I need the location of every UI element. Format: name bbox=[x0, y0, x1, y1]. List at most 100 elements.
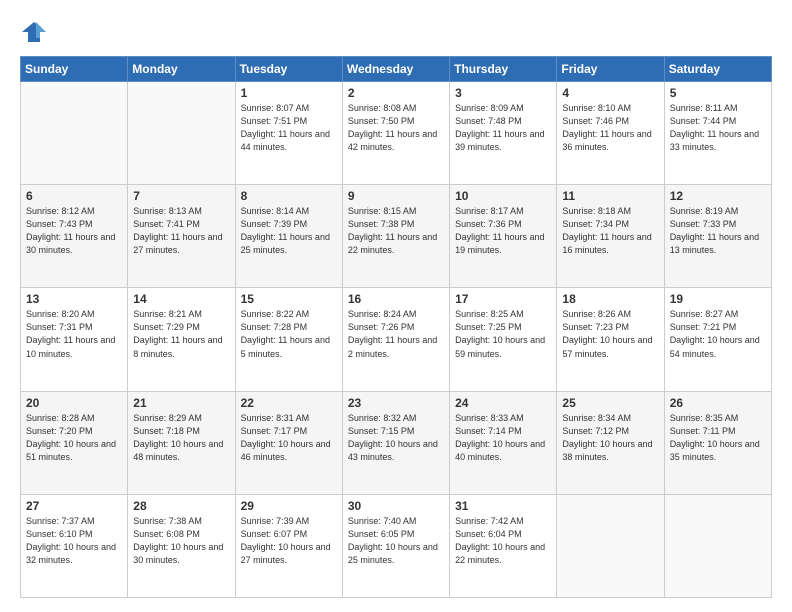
day-info: Sunrise: 8:31 AM Sunset: 7:17 PM Dayligh… bbox=[241, 412, 337, 464]
day-info: Sunrise: 7:38 AM Sunset: 6:08 PM Dayligh… bbox=[133, 515, 229, 567]
calendar-cell: 5Sunrise: 8:11 AM Sunset: 7:44 PM Daylig… bbox=[664, 82, 771, 185]
calendar-cell bbox=[128, 82, 235, 185]
day-info: Sunrise: 8:34 AM Sunset: 7:12 PM Dayligh… bbox=[562, 412, 658, 464]
day-number: 4 bbox=[562, 86, 658, 100]
calendar-body: 1 Sunrise: 8:07 AM Sunset: 7:51 PM Daylig… bbox=[21, 82, 772, 598]
day-number: 17 bbox=[455, 292, 551, 306]
day-info: Sunrise: 8:13 AM Sunset: 7:41 PM Dayligh… bbox=[133, 205, 229, 257]
day-number: 14 bbox=[133, 292, 229, 306]
day-number: 11 bbox=[562, 189, 658, 203]
day-info: Sunrise: 8:15 AM Sunset: 7:38 PM Dayligh… bbox=[348, 205, 444, 257]
calendar-week: 20Sunrise: 8:28 AM Sunset: 7:20 PM Dayli… bbox=[21, 391, 772, 494]
header-day: Friday bbox=[557, 57, 664, 82]
day-info: Sunrise: 8:10 AM Sunset: 7:46 PM Dayligh… bbox=[562, 102, 658, 154]
day-number: 28 bbox=[133, 499, 229, 513]
calendar-cell: 8 Sunrise: 8:14 AM Sunset: 7:39 PM Daylig… bbox=[235, 185, 342, 288]
header-day: Wednesday bbox=[342, 57, 449, 82]
day-info: Sunrise: 8:29 AM Sunset: 7:18 PM Dayligh… bbox=[133, 412, 229, 464]
day-info: Sunrise: 8:11 AM Sunset: 7:44 PM Dayligh… bbox=[670, 102, 766, 154]
day-info: Sunrise: 8:35 AM Sunset: 7:11 PM Dayligh… bbox=[670, 412, 766, 464]
day-number: 27 bbox=[26, 499, 122, 513]
calendar-cell bbox=[21, 82, 128, 185]
day-info: Sunrise: 8:17 AM Sunset: 7:36 PM Dayligh… bbox=[455, 205, 551, 257]
day-number: 10 bbox=[455, 189, 551, 203]
day-number: 16 bbox=[348, 292, 444, 306]
day-info: Sunrise: 8:08 AM Sunset: 7:50 PM Dayligh… bbox=[348, 102, 444, 154]
calendar-week: 1 Sunrise: 8:07 AM Sunset: 7:51 PM Daylig… bbox=[21, 82, 772, 185]
day-number: 6 bbox=[26, 189, 122, 203]
day-number: 24 bbox=[455, 396, 551, 410]
calendar-cell: 12 Sunrise: 8:19 AM Sunset: 7:33 PM Dayli… bbox=[664, 185, 771, 288]
day-info: Sunrise: 8:07 AM Sunset: 7:51 PM Dayligh… bbox=[241, 102, 337, 154]
day-info: Sunrise: 7:40 AM Sunset: 6:05 PM Dayligh… bbox=[348, 515, 444, 567]
day-number: 3 bbox=[455, 86, 551, 100]
logo bbox=[20, 18, 52, 46]
day-number: 23 bbox=[348, 396, 444, 410]
calendar-cell: 3 Sunrise: 8:09 AM Sunset: 7:48 PM Daylig… bbox=[450, 82, 557, 185]
day-info: Sunrise: 7:39 AM Sunset: 6:07 PM Dayligh… bbox=[241, 515, 337, 567]
calendar-cell: 21 Sunrise: 8:29 AM Sunset: 7:18 PM Dayli… bbox=[128, 391, 235, 494]
day-number: 20 bbox=[26, 396, 122, 410]
calendar-cell: 14 Sunrise: 8:21 AM Sunset: 7:29 PM Dayli… bbox=[128, 288, 235, 391]
header bbox=[20, 18, 772, 46]
calendar-cell bbox=[557, 494, 664, 597]
header-day: Saturday bbox=[664, 57, 771, 82]
day-info: Sunrise: 8:32 AM Sunset: 7:15 PM Dayligh… bbox=[348, 412, 444, 464]
day-info: Sunrise: 8:27 AM Sunset: 7:21 PM Dayligh… bbox=[670, 308, 766, 360]
day-info: Sunrise: 8:33 AM Sunset: 7:14 PM Dayligh… bbox=[455, 412, 551, 464]
header-row: SundayMondayTuesdayWednesdayThursdayFrid… bbox=[21, 57, 772, 82]
day-number: 2 bbox=[348, 86, 444, 100]
calendar-cell bbox=[664, 494, 771, 597]
calendar-cell: 29 Sunrise: 7:39 AM Sunset: 6:07 PM Dayli… bbox=[235, 494, 342, 597]
calendar-cell: 9Sunrise: 8:15 AM Sunset: 7:38 PM Daylig… bbox=[342, 185, 449, 288]
calendar-header: SundayMondayTuesdayWednesdayThursdayFrid… bbox=[21, 57, 772, 82]
calendar-cell: 15Sunrise: 8:22 AM Sunset: 7:28 PM Dayli… bbox=[235, 288, 342, 391]
calendar-cell: 13Sunrise: 8:20 AM Sunset: 7:31 PM Dayli… bbox=[21, 288, 128, 391]
calendar-cell: 2 Sunrise: 8:08 AM Sunset: 7:50 PM Daylig… bbox=[342, 82, 449, 185]
day-number: 1 bbox=[241, 86, 337, 100]
calendar-table: SundayMondayTuesdayWednesdayThursdayFrid… bbox=[20, 56, 772, 598]
calendar-week: 27Sunrise: 7:37 AM Sunset: 6:10 PM Dayli… bbox=[21, 494, 772, 597]
day-number: 22 bbox=[241, 396, 337, 410]
day-info: Sunrise: 8:24 AM Sunset: 7:26 PM Dayligh… bbox=[348, 308, 444, 360]
day-number: 8 bbox=[241, 189, 337, 203]
calendar-cell: 1 Sunrise: 8:07 AM Sunset: 7:51 PM Daylig… bbox=[235, 82, 342, 185]
day-info: Sunrise: 8:22 AM Sunset: 7:28 PM Dayligh… bbox=[241, 308, 337, 360]
calendar-cell: 24 Sunrise: 8:33 AM Sunset: 7:14 PM Dayli… bbox=[450, 391, 557, 494]
calendar-cell: 25 Sunrise: 8:34 AM Sunset: 7:12 PM Dayli… bbox=[557, 391, 664, 494]
header-day: Monday bbox=[128, 57, 235, 82]
day-info: Sunrise: 8:25 AM Sunset: 7:25 PM Dayligh… bbox=[455, 308, 551, 360]
day-info: Sunrise: 8:14 AM Sunset: 7:39 PM Dayligh… bbox=[241, 205, 337, 257]
header-day: Thursday bbox=[450, 57, 557, 82]
calendar-cell: 19 Sunrise: 8:27 AM Sunset: 7:21 PM Dayli… bbox=[664, 288, 771, 391]
day-number: 29 bbox=[241, 499, 337, 513]
day-number: 13 bbox=[26, 292, 122, 306]
calendar-cell: 31Sunrise: 7:42 AM Sunset: 6:04 PM Dayli… bbox=[450, 494, 557, 597]
day-number: 19 bbox=[670, 292, 766, 306]
day-number: 31 bbox=[455, 499, 551, 513]
calendar-cell: 11Sunrise: 8:18 AM Sunset: 7:34 PM Dayli… bbox=[557, 185, 664, 288]
calendar-cell: 27Sunrise: 7:37 AM Sunset: 6:10 PM Dayli… bbox=[21, 494, 128, 597]
day-number: 26 bbox=[670, 396, 766, 410]
calendar-cell: 28 Sunrise: 7:38 AM Sunset: 6:08 PM Dayli… bbox=[128, 494, 235, 597]
calendar-cell: 22 Sunrise: 8:31 AM Sunset: 7:17 PM Dayli… bbox=[235, 391, 342, 494]
day-info: Sunrise: 8:19 AM Sunset: 7:33 PM Dayligh… bbox=[670, 205, 766, 257]
day-info: Sunrise: 8:21 AM Sunset: 7:29 PM Dayligh… bbox=[133, 308, 229, 360]
day-number: 12 bbox=[670, 189, 766, 203]
calendar-cell: 16 Sunrise: 8:24 AM Sunset: 7:26 PM Dayli… bbox=[342, 288, 449, 391]
day-info: Sunrise: 8:09 AM Sunset: 7:48 PM Dayligh… bbox=[455, 102, 551, 154]
calendar-cell: 30 Sunrise: 7:40 AM Sunset: 6:05 PM Dayli… bbox=[342, 494, 449, 597]
calendar-cell: 26 Sunrise: 8:35 AM Sunset: 7:11 PM Dayli… bbox=[664, 391, 771, 494]
day-number: 21 bbox=[133, 396, 229, 410]
day-number: 7 bbox=[133, 189, 229, 203]
logo-icon bbox=[20, 18, 48, 46]
calendar-week: 13Sunrise: 8:20 AM Sunset: 7:31 PM Dayli… bbox=[21, 288, 772, 391]
day-number: 25 bbox=[562, 396, 658, 410]
day-info: Sunrise: 8:26 AM Sunset: 7:23 PM Dayligh… bbox=[562, 308, 658, 360]
calendar-cell: 10 Sunrise: 8:17 AM Sunset: 7:36 PM Dayli… bbox=[450, 185, 557, 288]
day-info: Sunrise: 8:12 AM Sunset: 7:43 PM Dayligh… bbox=[26, 205, 122, 257]
day-number: 30 bbox=[348, 499, 444, 513]
calendar-cell: 17 Sunrise: 8:25 AM Sunset: 7:25 PM Dayli… bbox=[450, 288, 557, 391]
calendar-cell: 23 Sunrise: 8:32 AM Sunset: 7:15 PM Dayli… bbox=[342, 391, 449, 494]
calendar-cell: 6 Sunrise: 8:12 AM Sunset: 7:43 PM Daylig… bbox=[21, 185, 128, 288]
